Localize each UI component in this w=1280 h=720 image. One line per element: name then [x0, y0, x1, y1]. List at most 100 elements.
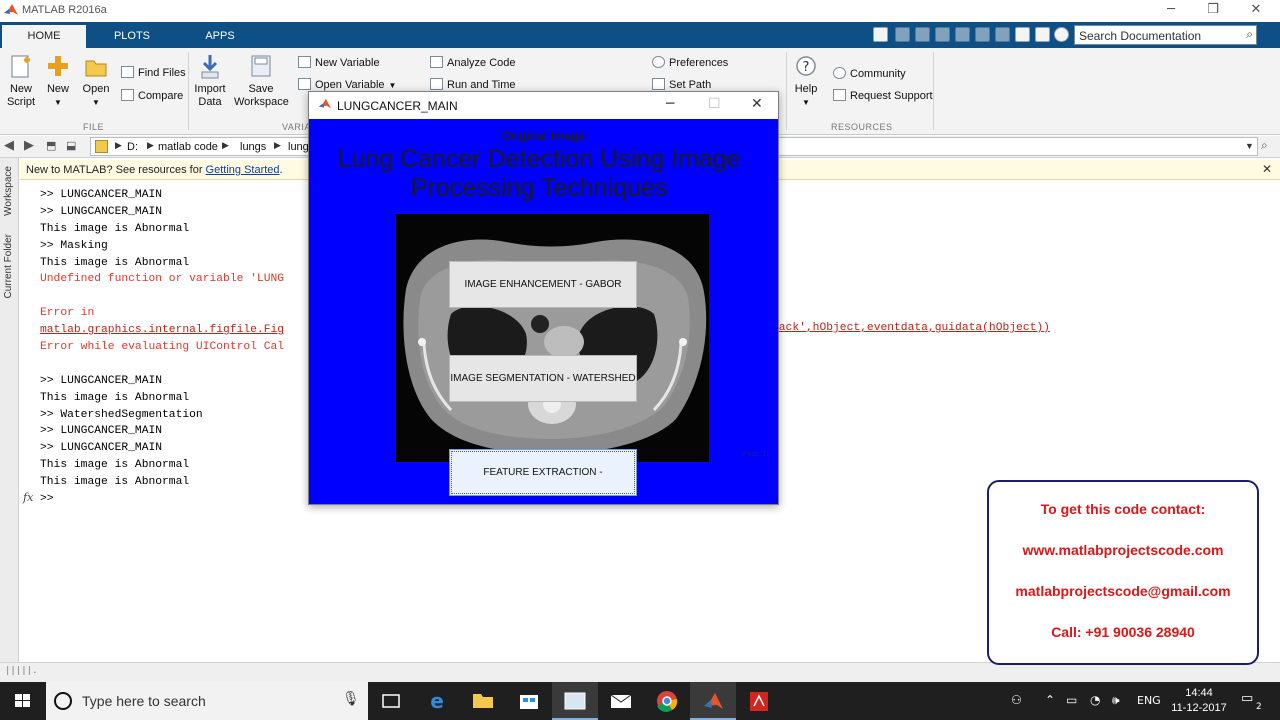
- close-icon[interactable]: ✕: [1262, 162, 1272, 176]
- task-view-button[interactable]: [368, 682, 414, 720]
- help-icon[interactable]: [1054, 27, 1069, 42]
- matlab-icon: [704, 693, 723, 709]
- up-folder-icon[interactable]: ⬒: [46, 139, 56, 152]
- switch-windows-icon[interactable]: [1015, 27, 1030, 42]
- people-icon[interactable]: ⚇: [1011, 693, 1022, 707]
- cut-icon[interactable]: [915, 27, 930, 42]
- paste-icon[interactable]: [955, 27, 970, 42]
- search-documentation-input[interactable]: Search Documentation ⌕: [1074, 25, 1257, 45]
- microphone-icon[interactable]: 🎙︎: [342, 691, 360, 707]
- find-files-button[interactable]: Find Files: [121, 66, 186, 79]
- status-bar: |||||.: [0, 662, 1280, 682]
- back-arrow-icon[interactable]: ◀: [4, 138, 14, 153]
- feature-extraction-binarization-button[interactable]: FEATURE EXTRACTION - BINARIZATION: [449, 449, 637, 496]
- wifi-icon[interactable]: ◔: [1090, 693, 1100, 707]
- language-indicator[interactable]: ENG: [1137, 694, 1161, 707]
- chevron-down-icon[interactable]: ▼: [1245, 141, 1254, 151]
- figure-window[interactable]: LUNGCANCER_MAIN ─ ☐ ✕ Original Image Lun…: [308, 91, 779, 505]
- taskbar-app-edge[interactable]: e: [414, 682, 460, 720]
- analyze-code-button[interactable]: Analyze Code: [430, 56, 516, 69]
- community-icon: [833, 67, 846, 79]
- taskbar-app-store[interactable]: [506, 682, 552, 720]
- taskbar-search-box[interactable]: Type here to search 🎙︎: [46, 682, 368, 720]
- forward-arrow-icon[interactable]: ▶: [24, 138, 34, 153]
- run-and-time-button[interactable]: Run and Time: [430, 78, 515, 91]
- new-dropdown-icon[interactable]: ▼: [44, 96, 72, 109]
- request-support-button[interactable]: Request Support: [833, 89, 933, 102]
- image-segmentation-watershed-button[interactable]: IMAGE SEGMENTATION - WATERSHED: [449, 355, 637, 402]
- dropdown-icon[interactable]: [1035, 27, 1050, 42]
- current-folder-tab[interactable]: Current Folder: [3, 234, 14, 298]
- import-data-button[interactable]: Import Data: [194, 54, 226, 109]
- command-line: >> LUNGCANCER_MAIN: [40, 189, 163, 201]
- search-icon[interactable]: ⌕: [1246, 27, 1253, 42]
- open-variable-button[interactable]: Open Variable ▼: [298, 78, 396, 91]
- maximize-button[interactable]: ❐: [1190, 0, 1236, 22]
- status-tiny-label: Pass: 1L: [743, 451, 771, 458]
- figure-close-button[interactable]: ✕: [751, 96, 763, 112]
- tab-plots[interactable]: PLOTS: [100, 25, 164, 48]
- error-callback-link[interactable]: back',hObject,eventdata,guidata(hObject)…: [772, 322, 1050, 334]
- breadcrumb-drive[interactable]: D:: [127, 141, 138, 153]
- compare-button[interactable]: Compare: [121, 89, 183, 102]
- breadcrumb-lungs[interactable]: lungs: [240, 141, 266, 153]
- command-line: This image is Abnormal: [40, 222, 190, 235]
- help-button[interactable]: ? Help ▼: [792, 54, 820, 109]
- start-button[interactable]: [0, 682, 45, 720]
- figure-title-bar[interactable]: LUNGCANCER_MAIN ─ ☐ ✕: [309, 92, 778, 119]
- undo-icon[interactable]: [975, 27, 990, 42]
- open-dropdown-icon[interactable]: ▼: [82, 96, 110, 109]
- volume-icon[interactable]: 🕪︎: [1112, 693, 1120, 708]
- command-line: >> Masking: [40, 239, 108, 252]
- search-folder-icon[interactable]: ⌕: [1261, 138, 1268, 153]
- taskbar-app-matlab[interactable]: [690, 682, 736, 720]
- browse-folder-icon[interactable]: ⬓: [66, 139, 76, 152]
- new-button[interactable]: New ▼: [44, 54, 72, 109]
- taskbar-app-file-explorer[interactable]: [460, 682, 506, 720]
- function-browser-icon[interactable]: fx: [23, 491, 33, 504]
- figure-maximize-button[interactable]: ☐: [708, 96, 721, 112]
- new-script-button[interactable]: New Script: [6, 54, 36, 109]
- command-line: Error while evaluating UIControl Cal: [40, 341, 285, 354]
- workspace-tab[interactable]: Workspace: [3, 166, 14, 216]
- notifications-icon[interactable]: ▭: [1241, 691, 1253, 706]
- breadcrumb-matlab-code[interactable]: matlab code: [158, 141, 218, 153]
- new-variable-button[interactable]: New Variable: [298, 56, 380, 69]
- save-icon[interactable]: [895, 27, 910, 42]
- breadcrumb-lung[interactable]: lung: [288, 141, 309, 153]
- save-workspace-button[interactable]: Save Workspace: [234, 54, 289, 109]
- chevron-up-icon[interactable]: ⌃: [1045, 693, 1055, 707]
- getting-started-link[interactable]: Getting Started: [206, 164, 280, 176]
- lung-ct-image: [396, 214, 709, 462]
- help-dropdown-icon[interactable]: ▼: [792, 96, 820, 109]
- taskbar-app-acrobat[interactable]: [736, 682, 782, 720]
- matlab-title-bar: MATLAB R2016a ─ ❐ ✕: [0, 0, 1280, 22]
- command-line[interactable]: matlab.graphics.internal.figfile.Fig: [40, 322, 284, 339]
- tab-apps[interactable]: APPS: [190, 25, 250, 48]
- side-dock: Workspace Current Folder: [0, 158, 19, 662]
- contact-website: www.matlabprojectscode.com: [1022, 542, 1224, 558]
- minimize-button[interactable]: ─: [1148, 0, 1194, 22]
- open-button[interactable]: Open ▼: [82, 54, 110, 109]
- image-enhancement-gabor-button[interactable]: IMAGE ENHANCEMENT - GABOR: [449, 261, 637, 308]
- command-window-output[interactable]: >> LUNGCANCER_MAIN >> LUNGCANCER_MAIN This…: [40, 187, 284, 508]
- taskbar-app-mail[interactable]: [598, 682, 644, 720]
- chevron-right-icon: ▶: [222, 140, 229, 150]
- redo-icon[interactable]: [995, 27, 1010, 42]
- taskbar-app-chrome[interactable]: [644, 682, 690, 720]
- set-path-button[interactable]: Set Path: [652, 78, 711, 91]
- folder-icon: [95, 140, 108, 153]
- battery-icon[interactable]: ▭: [1066, 693, 1077, 707]
- quick-access-icon[interactable]: [873, 27, 888, 42]
- taskbar-app-snipping[interactable]: [552, 682, 598, 720]
- taskbar-clock[interactable]: 14:44 11-12-2017: [1170, 686, 1228, 716]
- preferences-button[interactable]: Preferences: [652, 56, 728, 69]
- figure-canvas: Original Image Lung Cancer Detection Usi…: [309, 119, 778, 504]
- banner-text: New to MATLAB? See resources for Getting…: [26, 164, 283, 176]
- figure-minimize-button[interactable]: ─: [666, 96, 674, 112]
- close-button[interactable]: ✕: [1233, 0, 1279, 22]
- copy-icon[interactable]: [935, 27, 950, 42]
- community-button[interactable]: Community: [833, 67, 906, 80]
- contact-email: matlabprojectscode@gmail.com: [1015, 583, 1231, 599]
- tab-home[interactable]: HOME: [2, 25, 86, 48]
